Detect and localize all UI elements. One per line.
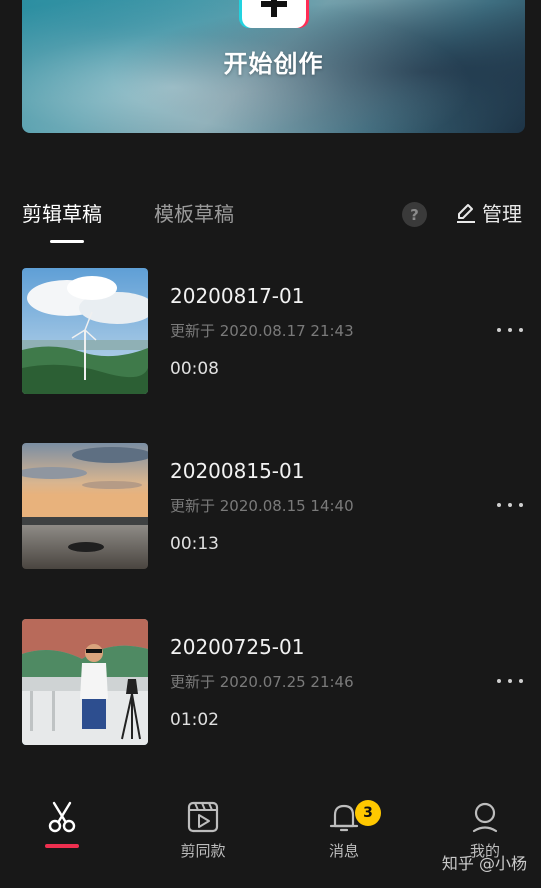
- draft-item[interactable]: 20200815-01 更新于 2020.08.15 14:40 00:13: [22, 443, 525, 569]
- help-icon[interactable]: ?: [402, 202, 427, 227]
- draft-updated-time: 更新于 2020.07.25 21:46: [170, 673, 354, 691]
- tab-template-drafts[interactable]: 模板草稿: [154, 198, 234, 227]
- draft-duration: 00:13: [170, 534, 219, 554]
- nav-active-indicator: [45, 844, 79, 848]
- draft-title: 20200817-01: [170, 284, 305, 308]
- active-tab-indicator: [50, 240, 84, 243]
- unread-badge: 3: [355, 800, 381, 826]
- edit-pencil-icon: [456, 202, 476, 224]
- nav-label: 剪同款: [180, 842, 226, 860]
- nav-templates[interactable]: 剪同款: [158, 800, 248, 861]
- scissors-icon: [45, 800, 79, 834]
- more-options-icon[interactable]: [495, 674, 525, 688]
- draft-thumbnail: [22, 268, 148, 394]
- more-options-icon[interactable]: [495, 323, 525, 337]
- plus-icon: [242, 0, 306, 28]
- nav-messages[interactable]: 3 消息: [299, 800, 389, 861]
- watermark: 知乎 @小杨: [441, 854, 527, 873]
- start-creating-title: 开始创作: [223, 50, 324, 78]
- clapper-icon: [186, 800, 220, 834]
- start-creating-banner[interactable]: 开始创作: [22, 0, 525, 133]
- nav-edit[interactable]: [17, 800, 107, 848]
- draft-duration: 01:02: [170, 710, 219, 730]
- tab-edit-drafts[interactable]: 剪辑草稿: [22, 198, 102, 227]
- more-options-icon[interactable]: [495, 498, 525, 512]
- profile-icon: [468, 800, 502, 834]
- draft-title: 20200815-01: [170, 459, 305, 483]
- draft-updated-time: 更新于 2020.08.15 14:40: [170, 497, 354, 515]
- draft-title: 20200725-01: [170, 635, 305, 659]
- draft-duration: 00:08: [170, 359, 219, 379]
- draft-tabs: 剪辑草稿 模板草稿 ? 管理: [22, 198, 525, 248]
- draft-updated-time: 更新于 2020.08.17 21:43: [170, 322, 354, 340]
- nav-label: 消息: [328, 842, 359, 860]
- manage-label: 管理: [482, 202, 522, 226]
- draft-item[interactable]: 20200725-01 更新于 2020.07.25 21:46 01:02: [22, 619, 525, 745]
- draft-thumbnail: [22, 443, 148, 569]
- manage-button[interactable]: 管理: [456, 198, 522, 227]
- draft-thumbnail: [22, 619, 148, 745]
- draft-item[interactable]: 20200817-01 更新于 2020.08.17 21:43 00:08: [22, 268, 525, 394]
